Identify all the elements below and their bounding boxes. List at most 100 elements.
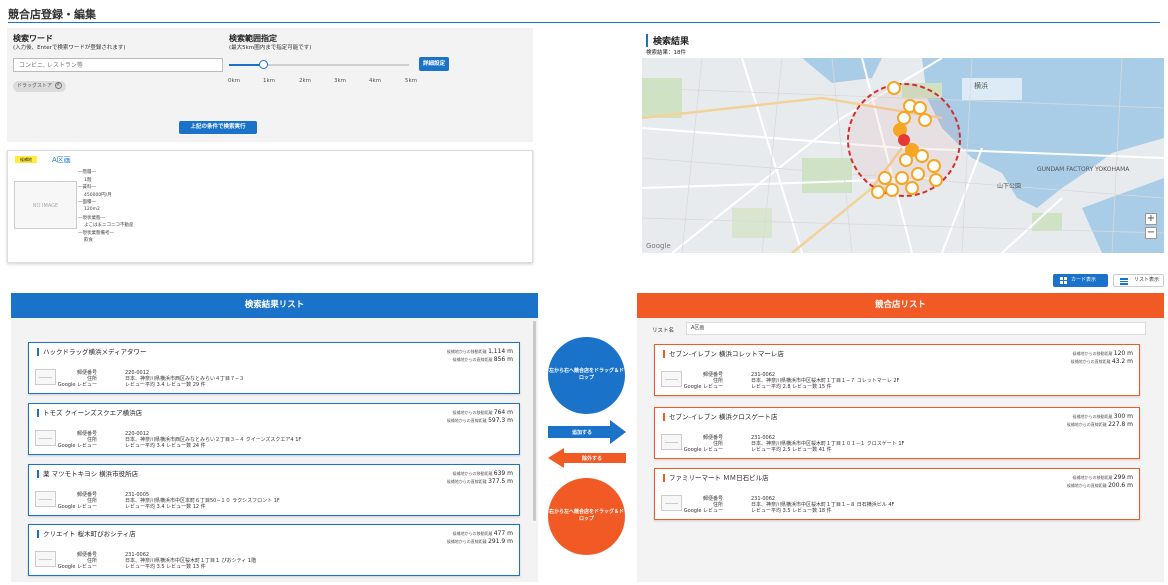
walk-distance-label: 候補地からの移動距離 [452,531,493,536]
drop-zone-to-competitors[interactable]: 左から右へ競合店をドラッグ＆ドロップ [548,337,625,414]
results-scrollbar[interactable] [533,321,536,521]
map-view[interactable]: 横浜 GUNDAM FACTORY YOKOHAMA 山下公園 Google +… [642,58,1164,253]
line-distance-label: 候補地からの直線距離 [452,357,493,362]
competitor-card[interactable]: セブン-イレブン 横浜クロスゲート店 郵便番号 住所 Google レビュー 231-0… [654,407,1140,459]
range-tick-label: 1km [263,78,276,84]
store-marker [895,171,909,185]
store-thumbnail [35,551,56,567]
store-field-labels: 郵便番号 住所 Google レビュー [58,370,97,389]
review-label: Google レビュー [683,384,723,391]
list-name-label: リスト名 [652,328,675,334]
walk-distance-label: 候補地からの移動距離 [1072,475,1113,480]
store-field-values: 231-0062 日本、神奈川県横浜市中区桜木町１丁目１−７ コレットマーレ 2F… [751,372,899,391]
competitor-card[interactable]: ファミリーマート ＭＭ日石ビル店 郵便番号 住所 Google レビュー 231-006… [654,468,1140,520]
area-info-line: ―面積― [78,200,96,206]
result-card[interactable]: 薬 マツモトキヨシ 横浜市役所店 郵便番号 住所 Google レビュー 231-000… [28,464,520,516]
store-distance: 候補地からの移動距離 1,114 m 候補地からの直線距離 856 m [447,348,513,364]
result-card[interactable]: トモズ クイーンズスクエア横浜店 郵便番号 住所 Google レビュー 220-001… [28,403,520,455]
drop-zone-to-results[interactable]: 右から左へ競合店をドラッグ＆ドロップ [548,478,625,555]
range-tick-label: 3km [334,78,347,84]
line-distance: 43.2 m [1111,358,1133,365]
range-tick-label: 0km [228,78,241,84]
line-distance-label: 候補地からの直線距離 [1070,359,1111,364]
store-name: クリエイト 桜木町ぴおシティ店 [37,530,136,538]
store-review: レビュー平均 3.5 レビュー数 18 件 [751,508,832,515]
store-field-values: 220-0012 日本、神奈川県横浜市西区みなとみらい４丁目７−３ レビュー平均 3… [125,370,244,389]
list-icon [1120,278,1128,285]
execute-search-button[interactable]: 上記の条件で検索実行 [179,121,257,134]
area-info-line: 1階 [84,177,92,183]
store-marker [899,153,913,167]
range-tick-label: 2km [299,78,312,84]
store-review: レビュー平均 2.5 レビュー数 41 件 [751,447,832,454]
result-card[interactable]: クリエイト 桜木町ぴおシティ店 郵便番号 住所 Google レビュー 231-0062… [28,524,520,576]
walk-distance: 477 m [493,530,513,537]
store-marker [885,183,899,197]
review-label: Google レビュー [57,382,97,389]
page-title: 競合店登録・編集 [8,8,96,21]
remove-button[interactable]: 除外する [548,448,626,468]
line-distance-label: 候補地からの直線距離 [446,539,487,544]
range-tick-label: 5km [405,78,418,84]
store-marker [927,159,941,173]
store-thumbnail [35,430,56,446]
store-review: レビュー平均 2.8 レビュー数 15 件 [751,384,832,391]
walk-distance: 300 m [1113,413,1133,420]
store-distance: 候補地からの移動距離 300 m 候補地からの直線距離 227.8 m [1067,413,1133,429]
line-distance: 377.5 m [488,478,513,485]
store-field-values: 220-0012 日本、神奈川県横浜市西区みなとみらい２丁目３−４ クイーンズスク… [125,431,301,450]
keyword-input[interactable] [13,58,223,72]
map-label-google: Google [646,242,671,250]
keyword-hint: (入力後、Enterで検索ワードが登録されます) [13,45,126,51]
add-button[interactable]: 追加する [548,420,626,444]
remove-label: 除外する [582,455,602,462]
range-slider-thumb[interactable] [259,60,268,69]
review-label: Google レビュー [57,564,97,571]
store-field-values: 231-0005 日本、神奈川県横浜市中区本町６丁目50−１０ ラクシスフロント … [125,492,280,511]
add-label: 追加する [572,429,592,436]
line-distance: 597.3 m [488,417,513,424]
keyword-tag-chip[interactable]: ドラッグストア × [13,81,66,92]
store-review: レビュー平均 3.4 レビュー数 12 件 [125,504,206,511]
store-review: レビュー平均 3.4 レビュー数 24 件 [125,443,206,450]
map-label-gundam: GUNDAM FACTORY YOKOHAMA [1037,166,1130,173]
store-field-labels: 郵便番号 住所 Google レビュー [684,496,723,515]
line-distance-label: 候補地からの直線距離 [446,479,487,484]
tag-remove-icon[interactable]: × [54,82,62,89]
area-info-line: ―現状業態― [78,215,105,221]
competitor-card[interactable]: セブン-イレブン 横浜コレットマーレ店 郵便番号 住所 Google レビュー 231-… [654,344,1140,396]
store-distance: 候補地からの移動距離 120 m 候補地からの直線距離 43.2 m [1071,350,1133,366]
review-label: Google レビュー [57,443,97,450]
review-label: Google レビュー [57,504,97,511]
candidate-area-card: 候補地 A区画 NO IMAGE ―階層― 1階 ―賃料― 450000円/月 ―面積―… [7,150,533,263]
title-divider [8,22,1160,23]
store-marker [929,173,943,187]
walk-distance: 120 m [1113,350,1133,357]
store-field-labels: 郵便番号 住所 Google レビュー [58,552,97,571]
walk-distance: 764 m [493,409,513,416]
line-distance-label: 候補地からの直線距離 [446,418,487,423]
store-marker [905,181,919,195]
store-marker [913,101,927,115]
result-card[interactable]: ハックドラッグ横浜メディアタワー 郵便番号 住所 Google レビュー 220-001… [28,342,520,394]
area-name[interactable]: A区画 [52,155,71,165]
area-info-line: ―賃料― [78,185,96,191]
map-label-yamashita: 山下公園 [997,182,1021,190]
keyword-tag-label: ドラッグストア [17,83,53,89]
store-review: レビュー平均 3.5 レビュー数 13 件 [125,564,206,571]
card-view-button[interactable]: カード表示 [1053,274,1108,287]
list-name-input[interactable]: A区画 [686,322,1146,335]
store-thumbnail [661,371,682,387]
store-marker [878,171,892,185]
store-thumbnail [35,491,56,507]
store-thumbnail [661,495,682,511]
store-thumbnail [35,369,56,385]
store-distance: 候補地からの移動距離 639 m 候補地からの直線距離 377.5 m [447,470,513,486]
area-info-line: 飲食 [84,238,93,244]
map-zoom-out-button[interactable]: − [1145,227,1157,239]
no-image-placeholder: NO IMAGE [14,181,77,229]
store-field-labels: 郵便番号 住所 Google レビュー [58,492,97,511]
list-view-button[interactable]: リスト表示 [1113,274,1164,287]
detail-settings-button[interactable]: 詳細設定 [419,57,449,71]
map-zoom-in-button[interactable]: + [1145,213,1157,225]
